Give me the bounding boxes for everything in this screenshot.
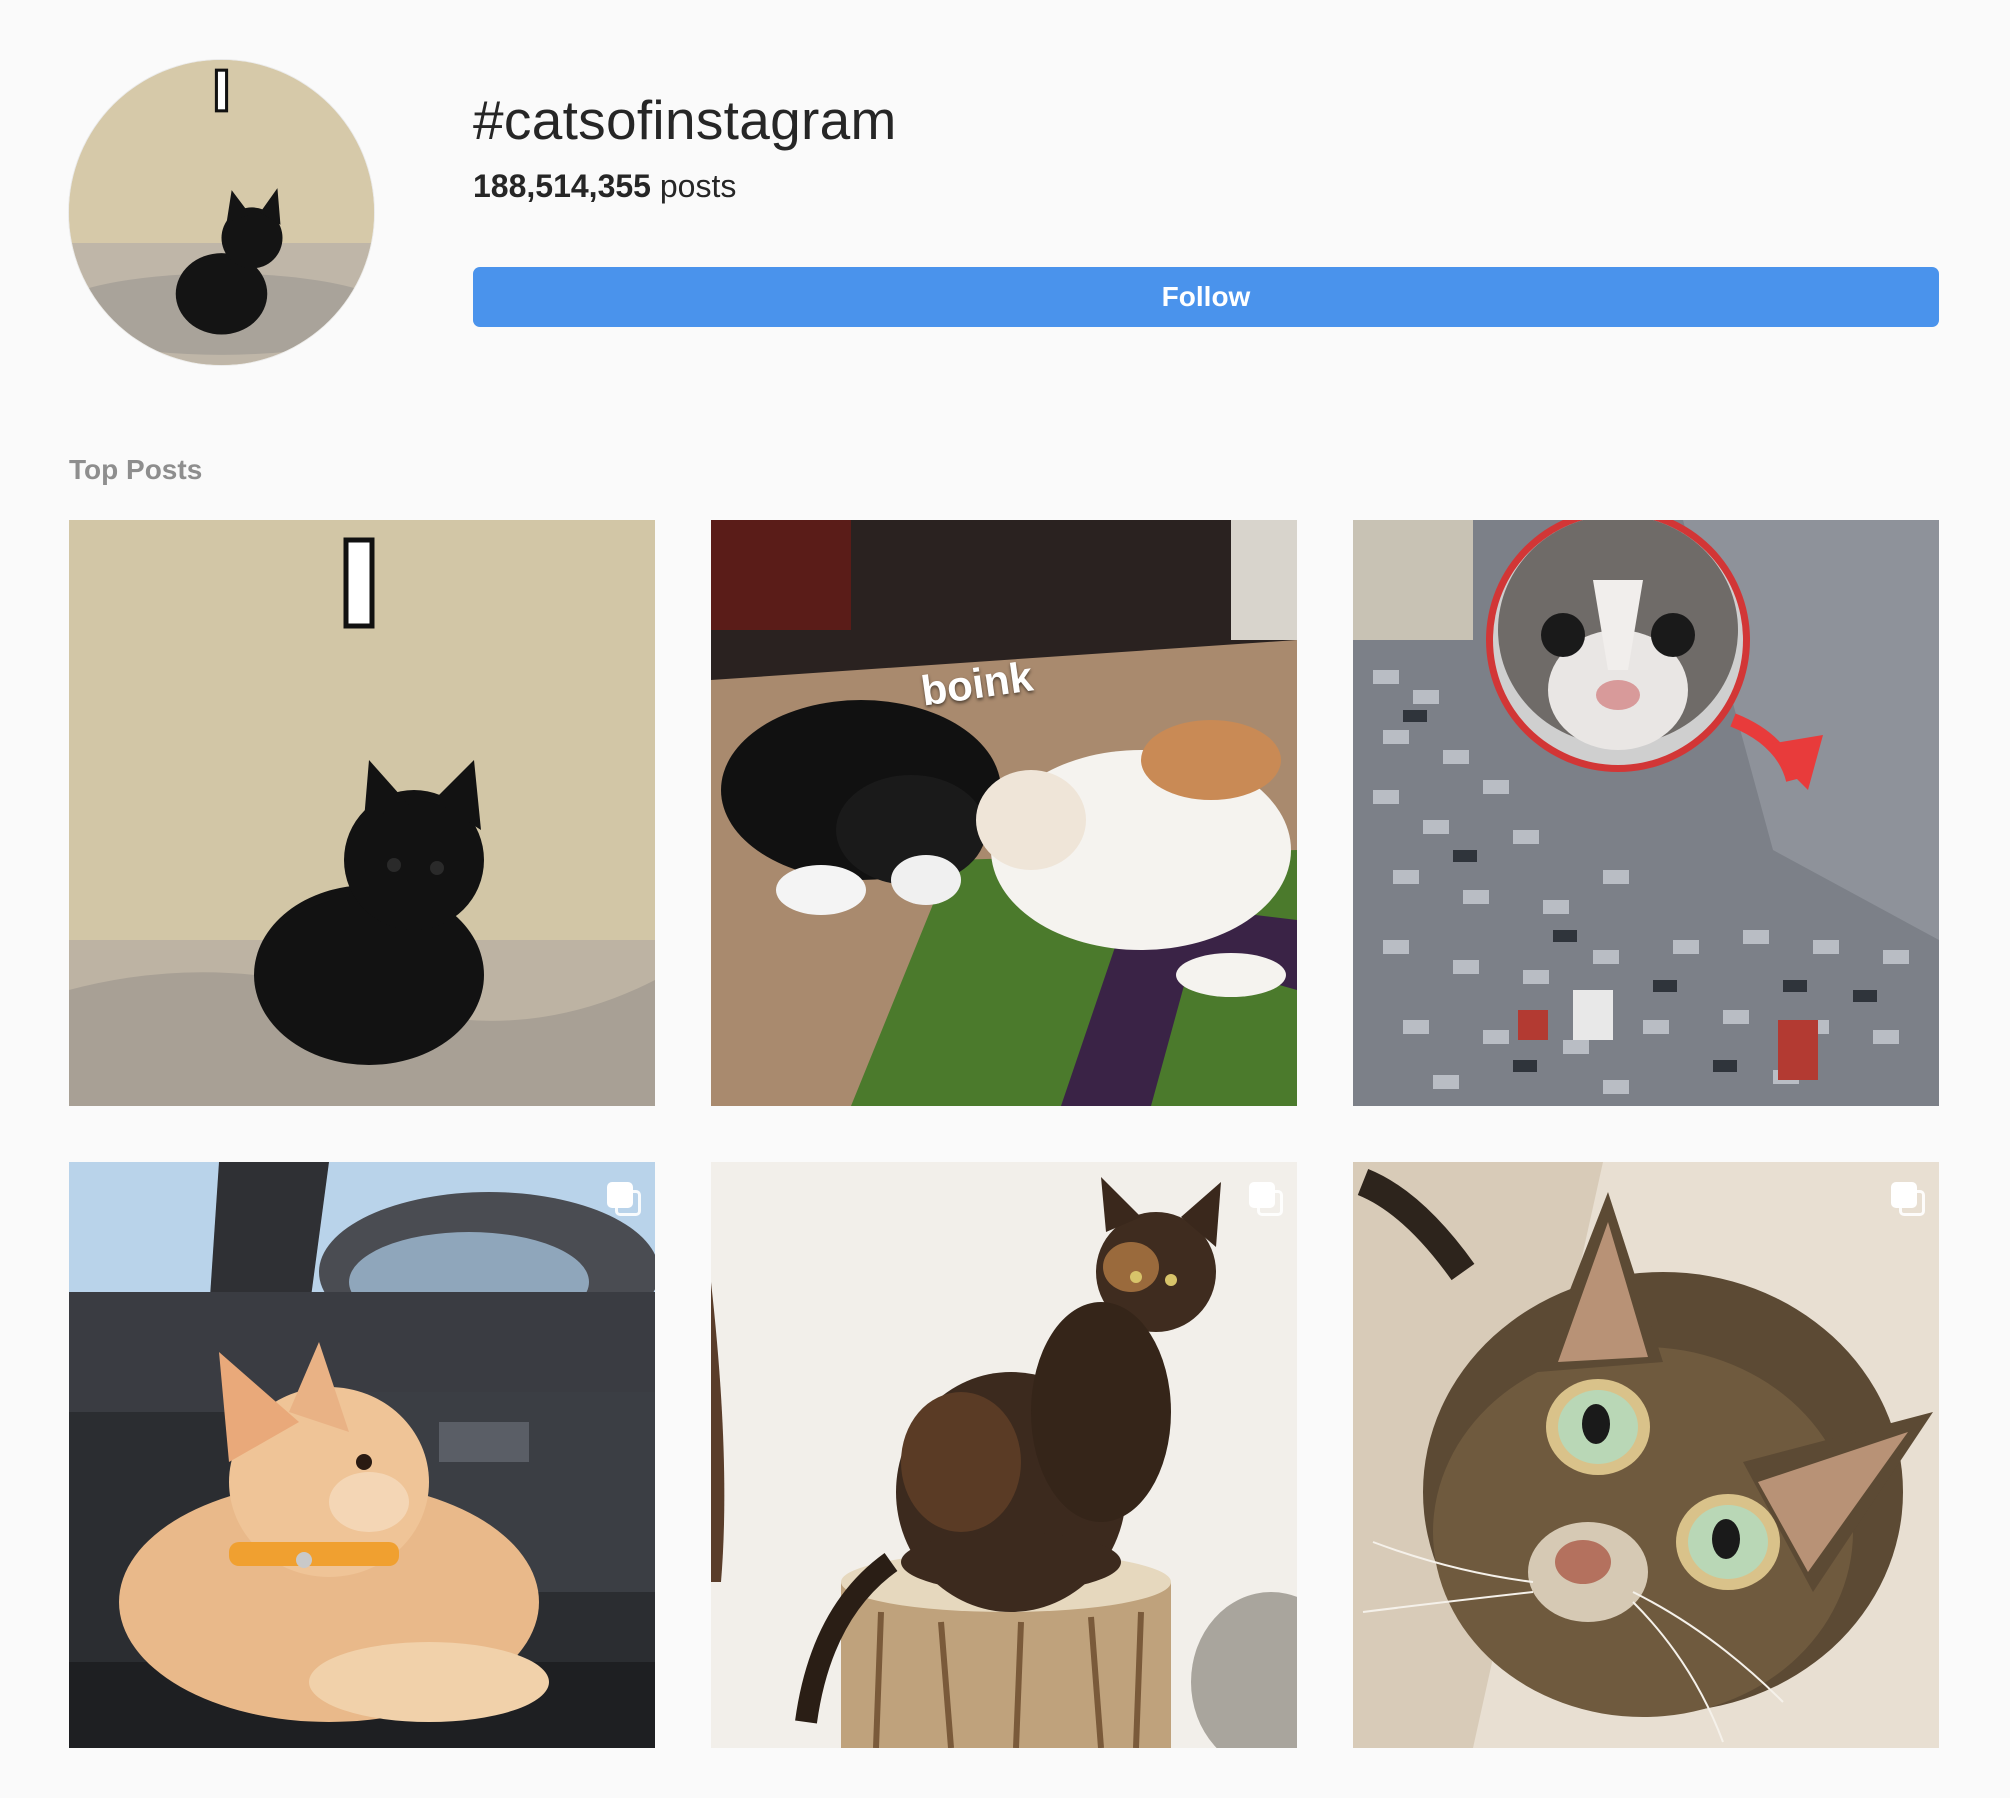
post-image [69,520,655,1106]
hashtag-title: #catsofinstagram [473,89,897,151]
post-image [711,1162,1297,1748]
post-image [1353,520,1939,1106]
top-posts-heading: Top Posts [69,454,203,485]
carousel-icon [1249,1182,1283,1216]
post-tile-6[interactable] [1353,1162,1939,1748]
post-image [711,520,1297,1106]
carousel-icon [1891,1182,1925,1216]
post-tile-2[interactable]: boink [711,520,1297,1106]
follow-button[interactable]: Follow [473,267,1939,327]
hashtag-avatar [69,60,374,365]
post-tile-5[interactable] [711,1162,1297,1748]
post-count-suffix: posts [659,168,737,204]
post-tile-4[interactable] [69,1162,655,1748]
hashtag-page: #catsofinstagram 188,514,355 posts Follo… [0,0,2010,1798]
post-image [69,1162,655,1748]
post-count: 188,514,355 posts [473,168,736,205]
post-tile-1[interactable] [69,520,655,1106]
post-image [1353,1162,1939,1748]
carousel-icon [607,1182,641,1216]
post-tile-3[interactable] [1353,520,1939,1106]
post-count-number: 188,514,355 [473,168,651,204]
